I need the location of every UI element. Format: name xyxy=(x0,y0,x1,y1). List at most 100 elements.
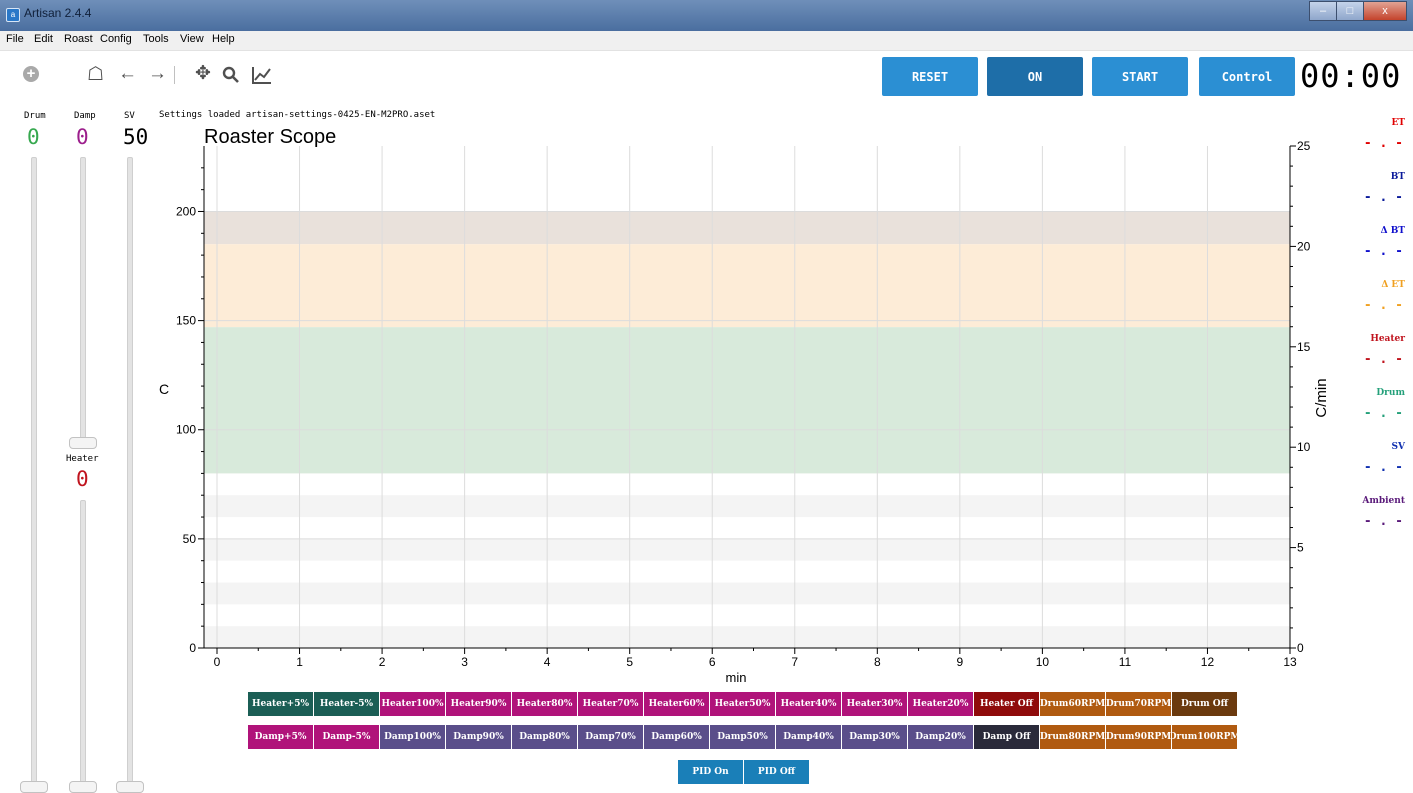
window-controls: – □ x xyxy=(1309,1,1407,21)
legend-value-4: - . - xyxy=(1363,352,1403,367)
sv-slider-handle[interactable] xyxy=(116,781,144,793)
event-button-heater100-[interactable]: Heater100% xyxy=(380,692,446,716)
damp-slider-handle[interactable] xyxy=(69,437,97,449)
line-chart-icon[interactable] xyxy=(252,66,272,84)
event-button-drum70rpm[interactable]: Drum70RPM xyxy=(1106,692,1172,716)
start-button[interactable]: START xyxy=(1092,57,1188,96)
event-button-heater70-[interactable]: Heater70% xyxy=(578,692,644,716)
event-button-damp80-[interactable]: Damp80% xyxy=(512,725,578,749)
drum-slider-track[interactable] xyxy=(31,157,37,786)
roaster-scope-chart: 0 1 2 3 4 5 6 7 8 9 10 11 12 130501001502000510152025… xyxy=(159,126,1330,684)
forward-arrow-icon[interactable]: → xyxy=(148,64,167,84)
phase-band-2 xyxy=(204,327,1290,474)
event-button-heater50-[interactable]: Heater50% xyxy=(710,692,776,716)
event-button-damp-5-[interactable]: Damp-5% xyxy=(314,725,380,749)
event-button-heater90-[interactable]: Heater90% xyxy=(446,692,512,716)
event-button-heater60-[interactable]: Heater60% xyxy=(644,692,710,716)
x-tick-label: 9 xyxy=(957,655,964,669)
on-button[interactable]: ON xyxy=(987,57,1083,96)
menu-config[interactable]: Config xyxy=(100,33,132,45)
menu-bar: File Edit Roast Config Tools View Help xyxy=(0,31,1413,51)
close-button[interactable]: x xyxy=(1363,1,1407,21)
event-button-damp90-[interactable]: Damp90% xyxy=(446,725,512,749)
sv-slider-track[interactable] xyxy=(127,157,133,786)
y2-tick-label: 10 xyxy=(1297,440,1311,454)
y-tick-label: 200 xyxy=(176,204,196,218)
event-button-heater40-[interactable]: Heater40% xyxy=(776,692,842,716)
reset-button[interactable]: RESET xyxy=(882,57,978,96)
event-button-heater30-[interactable]: Heater30% xyxy=(842,692,908,716)
event-button-damp70-[interactable]: Damp70% xyxy=(578,725,644,749)
damp-slider-track[interactable] xyxy=(80,157,86,442)
x-tick-label: 3 xyxy=(461,655,468,669)
y2-tick-label: 5 xyxy=(1297,541,1304,555)
event-button-damp100-[interactable]: Damp100% xyxy=(380,725,446,749)
pid-button-pid-off[interactable]: PID Off xyxy=(744,760,810,784)
legend-value-7: - . - xyxy=(1363,514,1403,529)
back-arrow-icon[interactable]: ← xyxy=(118,64,137,84)
legend-value-0: - . - xyxy=(1363,136,1403,151)
timer-display: 00:00 xyxy=(1300,57,1402,95)
event-button-heater-5-[interactable]: Heater-5% xyxy=(314,692,380,716)
event-button-drum80rpm[interactable]: Drum80RPM xyxy=(1040,725,1106,749)
sv-lcd: 50 xyxy=(123,125,149,149)
event-button-drum-off[interactable]: Drum Off xyxy=(1172,692,1238,716)
sv-lcd-label: SV xyxy=(124,111,135,121)
legend-name-3: Δ ET xyxy=(1381,280,1405,290)
legend-value-6: - . - xyxy=(1363,460,1403,475)
y2-tick-label: 20 xyxy=(1297,239,1311,253)
event-button-drum90rpm[interactable]: Drum90RPM xyxy=(1106,725,1172,749)
event-button-heater20-[interactable]: Heater20% xyxy=(908,692,974,716)
x-tick-label: 5 xyxy=(626,655,633,669)
event-button-heater-off[interactable]: Heater Off xyxy=(974,692,1040,716)
legend-name-2: Δ BT xyxy=(1380,226,1405,236)
heater-lcd-label: Heater xyxy=(66,454,99,464)
add-icon[interactable]: + xyxy=(23,66,39,82)
drum-lcd: 0 xyxy=(27,125,40,149)
event-button-damp-off[interactable]: Damp Off xyxy=(974,725,1040,749)
minimize-button[interactable]: – xyxy=(1309,1,1337,21)
stripe xyxy=(204,582,1290,605)
heater-slider-handle[interactable] xyxy=(69,781,97,793)
menu-help[interactable]: Help xyxy=(212,33,235,45)
legend-name-4: Heater xyxy=(1370,334,1405,344)
legend-name-7: Ambient xyxy=(1362,496,1405,506)
menu-view[interactable]: View xyxy=(180,33,204,45)
y-tick-label: 100 xyxy=(176,423,196,437)
x-tick-label: 1 xyxy=(296,655,303,669)
y2-tick-label: 25 xyxy=(1297,139,1311,153)
event-button-drum100rpm[interactable]: Drum100RPM xyxy=(1172,725,1238,749)
event-button-damp-5-[interactable]: Damp+5% xyxy=(248,725,314,749)
event-button-heater-5-[interactable]: Heater+5% xyxy=(248,692,314,716)
damp-lcd-label: Damp xyxy=(74,111,96,121)
pid-button-pid-on[interactable]: PID On xyxy=(678,760,744,784)
event-button-damp30-[interactable]: Damp30% xyxy=(842,725,908,749)
pan-icon[interactable]: ✥ xyxy=(195,64,211,84)
y-tick-label: 0 xyxy=(189,641,196,655)
event-button-damp20-[interactable]: Damp20% xyxy=(908,725,974,749)
menu-tools[interactable]: Tools xyxy=(143,33,169,45)
x-tick-label: 11 xyxy=(1119,655,1132,669)
menu-edit[interactable]: Edit xyxy=(34,33,53,45)
drum-slider-handle[interactable] xyxy=(20,781,48,793)
control-button[interactable]: Control xyxy=(1199,57,1295,96)
menu-roast[interactable]: Roast xyxy=(64,33,93,45)
event-button-damp40-[interactable]: Damp40% xyxy=(776,725,842,749)
menu-file[interactable]: File xyxy=(6,33,24,45)
stripe xyxy=(204,538,1290,561)
x-tick-label: 13 xyxy=(1283,655,1297,669)
event-button-damp50-[interactable]: Damp50% xyxy=(710,725,776,749)
maximize-button[interactable]: □ xyxy=(1336,1,1364,21)
x-tick-label: 7 xyxy=(791,655,798,669)
window-title: Artisan 2.4.4 xyxy=(24,6,92,20)
event-button-drum60rpm[interactable]: Drum60RPM xyxy=(1040,692,1106,716)
toolbar-separator xyxy=(174,66,175,84)
event-button-damp60-[interactable]: Damp60% xyxy=(644,725,710,749)
legend-value-2: - . - xyxy=(1363,244,1403,259)
x-tick-label: 6 xyxy=(709,655,716,669)
zoom-icon[interactable] xyxy=(222,66,240,84)
heater-slider-track[interactable] xyxy=(80,500,86,786)
legend-value-1: - . - xyxy=(1363,190,1403,205)
home-icon[interactable]: ☖ xyxy=(87,65,104,85)
event-button-heater80-[interactable]: Heater80% xyxy=(512,692,578,716)
